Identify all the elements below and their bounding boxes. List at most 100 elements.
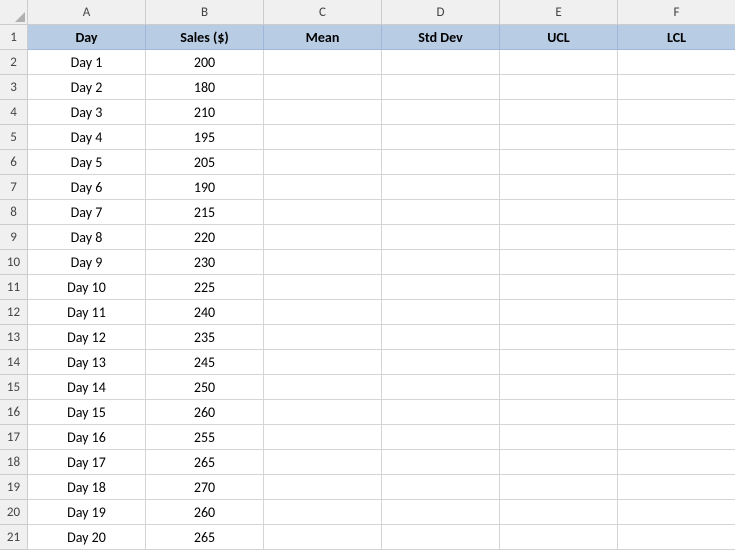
row-header-7[interactable]: 7: [0, 175, 28, 200]
cell-D20[interactable]: [382, 500, 500, 525]
cell-B13[interactable]: 235: [146, 325, 264, 350]
cell-A17[interactable]: Day 16: [28, 425, 146, 450]
cell-F9[interactable]: [618, 225, 735, 250]
cell-C17[interactable]: [264, 425, 382, 450]
cell-F15[interactable]: [618, 375, 735, 400]
row-header-8[interactable]: 8: [0, 200, 28, 225]
header-cell-F[interactable]: LCL: [618, 25, 735, 50]
row-header-2[interactable]: 2: [0, 50, 28, 75]
cell-E19[interactable]: [500, 475, 618, 500]
header-cell-B[interactable]: Sales ($): [146, 25, 264, 50]
cell-D11[interactable]: [382, 275, 500, 300]
row-header-17[interactable]: 17: [0, 425, 28, 450]
cell-B8[interactable]: 215: [146, 200, 264, 225]
cell-C20[interactable]: [264, 500, 382, 525]
column-header-C[interactable]: C: [264, 0, 382, 25]
column-header-A[interactable]: A: [28, 0, 146, 25]
cell-C15[interactable]: [264, 375, 382, 400]
cell-D5[interactable]: [382, 125, 500, 150]
cell-B19[interactable]: 270: [146, 475, 264, 500]
cell-C5[interactable]: [264, 125, 382, 150]
cell-D19[interactable]: [382, 475, 500, 500]
cell-A10[interactable]: Day 9: [28, 250, 146, 275]
cell-F17[interactable]: [618, 425, 735, 450]
cell-D14[interactable]: [382, 350, 500, 375]
cell-D8[interactable]: [382, 200, 500, 225]
cell-A15[interactable]: Day 14: [28, 375, 146, 400]
header-cell-E[interactable]: UCL: [500, 25, 618, 50]
cell-B20[interactable]: 260: [146, 500, 264, 525]
header-cell-D[interactable]: Std Dev: [382, 25, 500, 50]
cell-E16[interactable]: [500, 400, 618, 425]
row-header-14[interactable]: 14: [0, 350, 28, 375]
cell-C12[interactable]: [264, 300, 382, 325]
cell-E20[interactable]: [500, 500, 618, 525]
cell-F19[interactable]: [618, 475, 735, 500]
row-header-9[interactable]: 9: [0, 225, 28, 250]
cell-A13[interactable]: Day 12: [28, 325, 146, 350]
cell-C3[interactable]: [264, 75, 382, 100]
cell-A19[interactable]: Day 18: [28, 475, 146, 500]
cell-D2[interactable]: [382, 50, 500, 75]
cell-D10[interactable]: [382, 250, 500, 275]
row-header-10[interactable]: 10: [0, 250, 28, 275]
cell-F5[interactable]: [618, 125, 735, 150]
row-header-13[interactable]: 13: [0, 325, 28, 350]
cell-A9[interactable]: Day 8: [28, 225, 146, 250]
row-header-18[interactable]: 18: [0, 450, 28, 475]
row-header-3[interactable]: 3: [0, 75, 28, 100]
cell-D3[interactable]: [382, 75, 500, 100]
cell-A2[interactable]: Day 1: [28, 50, 146, 75]
cell-A5[interactable]: Day 4: [28, 125, 146, 150]
row-header-1[interactable]: 1: [0, 25, 28, 50]
cell-A20[interactable]: Day 19: [28, 500, 146, 525]
cell-E11[interactable]: [500, 275, 618, 300]
cell-E12[interactable]: [500, 300, 618, 325]
row-header-12[interactable]: 12: [0, 300, 28, 325]
select-all-corner[interactable]: [0, 0, 28, 25]
cell-F6[interactable]: [618, 150, 735, 175]
cell-E3[interactable]: [500, 75, 618, 100]
cell-D15[interactable]: [382, 375, 500, 400]
cell-E17[interactable]: [500, 425, 618, 450]
cell-F3[interactable]: [618, 75, 735, 100]
row-header-21[interactable]: 21: [0, 525, 28, 550]
cell-B4[interactable]: 210: [146, 100, 264, 125]
cell-F18[interactable]: [618, 450, 735, 475]
cell-E9[interactable]: [500, 225, 618, 250]
row-header-11[interactable]: 11: [0, 275, 28, 300]
cell-E2[interactable]: [500, 50, 618, 75]
header-cell-C[interactable]: Mean: [264, 25, 382, 50]
cell-B6[interactable]: 205: [146, 150, 264, 175]
cell-E10[interactable]: [500, 250, 618, 275]
cell-F20[interactable]: [618, 500, 735, 525]
row-header-19[interactable]: 19: [0, 475, 28, 500]
cell-A21[interactable]: Day 20: [28, 525, 146, 550]
row-header-20[interactable]: 20: [0, 500, 28, 525]
cell-B2[interactable]: 200: [146, 50, 264, 75]
cell-A8[interactable]: Day 7: [28, 200, 146, 225]
cell-E7[interactable]: [500, 175, 618, 200]
cell-C11[interactable]: [264, 275, 382, 300]
cell-D16[interactable]: [382, 400, 500, 425]
column-header-F[interactable]: F: [618, 0, 735, 25]
cell-C19[interactable]: [264, 475, 382, 500]
cell-E5[interactable]: [500, 125, 618, 150]
cell-C10[interactable]: [264, 250, 382, 275]
cell-C6[interactable]: [264, 150, 382, 175]
cell-F11[interactable]: [618, 275, 735, 300]
cell-C14[interactable]: [264, 350, 382, 375]
cell-F10[interactable]: [618, 250, 735, 275]
cell-C16[interactable]: [264, 400, 382, 425]
cell-E18[interactable]: [500, 450, 618, 475]
cell-E21[interactable]: [500, 525, 618, 550]
cell-E6[interactable]: [500, 150, 618, 175]
column-header-D[interactable]: D: [382, 0, 500, 25]
cell-A14[interactable]: Day 13: [28, 350, 146, 375]
cell-B3[interactable]: 180: [146, 75, 264, 100]
cell-D17[interactable]: [382, 425, 500, 450]
header-cell-A[interactable]: Day: [28, 25, 146, 50]
cell-C4[interactable]: [264, 100, 382, 125]
cell-F16[interactable]: [618, 400, 735, 425]
cell-F2[interactable]: [618, 50, 735, 75]
